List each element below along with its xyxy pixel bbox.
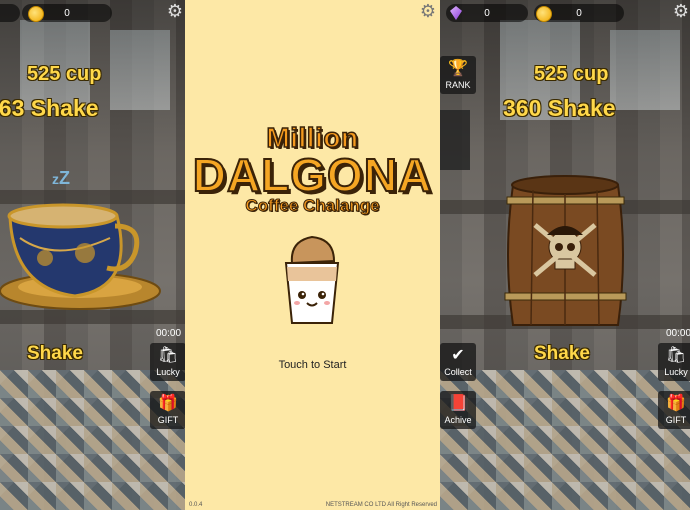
- teacup-image[interactable]: [0, 168, 170, 318]
- pirate-barrel-image[interactable]: [503, 175, 628, 335]
- gear-icon[interactable]: ⚙: [672, 2, 690, 20]
- cup-count: 525 cup: [534, 63, 609, 85]
- gift-button[interactable]: 🎁 GIFT: [658, 391, 690, 429]
- left-game-screen: 0 ⚙ 525 cup 363 Shake zZ 00:00 Shake 🛍 L…: [0, 0, 185, 510]
- copyright-label: NETSTREAM CO LTD All Right Reserved: [325, 502, 437, 508]
- logo-subtitle: Coffee Chalange: [245, 196, 380, 216]
- gift-icon: 🎁: [158, 395, 178, 412]
- logo-dalgona: DALGONA: [192, 148, 433, 202]
- lucky-button[interactable]: 🛍 Lucky: [658, 343, 690, 381]
- lucky-button[interactable]: 🛍 Lucky: [150, 343, 185, 381]
- coin-icon: [28, 6, 44, 22]
- achive-button[interactable]: 📕 Achive: [440, 391, 476, 429]
- timer-readout: 00:00: [666, 328, 690, 339]
- shake-label[interactable]: Shake: [534, 343, 590, 365]
- cup-count: 525 cup: [27, 63, 102, 85]
- trophy-icon: 🏆: [448, 60, 468, 77]
- version-label: 0.0.4: [189, 502, 203, 508]
- timer-readout: 00:00: [156, 328, 182, 339]
- bag-icon: 🛍: [665, 347, 687, 364]
- check-icon: ✔: [451, 347, 465, 364]
- gear-icon[interactable]: ⚙: [419, 2, 437, 20]
- collect-button[interactable]: ✔ Collect: [440, 343, 476, 381]
- gift-icon: 🎁: [666, 395, 686, 412]
- coin-icon: [536, 6, 552, 22]
- gift-button[interactable]: 🎁 GIFT: [150, 391, 185, 429]
- shake-count: 363 Shake: [0, 95, 99, 121]
- book-icon: 📕: [448, 395, 468, 412]
- bag-icon: 🛍: [157, 347, 179, 364]
- dalgona-cup-mascot: [284, 235, 340, 324]
- gear-icon[interactable]: ⚙: [166, 2, 184, 20]
- shake-label[interactable]: Shake: [27, 343, 83, 365]
- partial-counter: [0, 4, 20, 22]
- sleep-icon: zZ: [52, 168, 70, 188]
- shake-count: 360 Shake: [503, 95, 616, 121]
- rank-button[interactable]: 🏆 RANK: [440, 56, 476, 94]
- splash-screen[interactable]: ⚙ Million DALGONA Coffee Chalange Touch …: [185, 0, 440, 510]
- right-game-screen: 0 0 ⚙ 🏆 RANK 525 cup 360 Shake 00:00 Sha…: [440, 0, 690, 510]
- touch-to-start[interactable]: Touch to Start: [185, 359, 440, 371]
